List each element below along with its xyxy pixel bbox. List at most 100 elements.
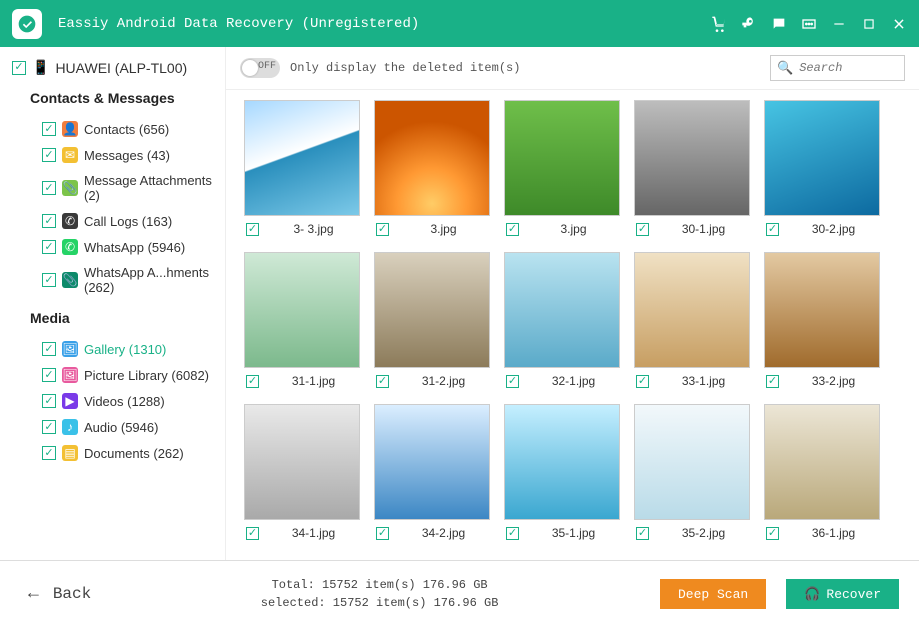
thumbnail-checkbox[interactable] [766,527,779,540]
device-name: HUAWEI (ALP-TL00) [55,60,187,76]
thumbnail-image[interactable] [244,404,360,520]
category-checkbox[interactable] [42,368,56,382]
thumbnail-image[interactable] [504,252,620,368]
thumbnail-image[interactable] [504,404,620,520]
thumbnail-grid-container[interactable]: 3- 3.jpg 3.jpg 3.jpg 30-1.jpg 30-2.jpg 3… [226,90,919,560]
recover-button[interactable]: 🎧 Recover [786,579,899,609]
category-checkbox[interactable] [42,122,56,136]
thumbnail-cell[interactable]: 3.jpg [374,100,490,236]
close-icon[interactable] [891,16,907,32]
category-item[interactable]: ✆ Call Logs (163) [12,208,219,234]
thumbnail-cell[interactable]: 34-2.jpg [374,404,490,540]
cart-icon[interactable] [711,16,727,32]
window-title: Eassiy Android Data Recovery (Unregister… [58,16,711,32]
thumbnail-image[interactable] [764,404,880,520]
thumbnail-checkbox[interactable] [246,527,259,540]
thumbnail-filename: 36-1.jpg [787,526,880,540]
category-checkbox[interactable] [42,273,56,287]
thumbnail-image[interactable] [374,100,490,216]
thumbnail-image[interactable] [634,404,750,520]
thumbnail-filename: 31-2.jpg [397,374,490,388]
category-item[interactable]: 🖼 Gallery (1310) [12,336,219,362]
category-checkbox[interactable] [42,148,56,162]
thumbnail-image[interactable] [764,100,880,216]
category-item[interactable]: 📎 Message Attachments (2) [12,168,219,208]
thumbnail-cell[interactable]: 32-1.jpg [504,252,620,388]
key-icon[interactable] [741,16,757,32]
thumbnail-checkbox[interactable] [636,375,649,388]
thumbnail-filename: 30-1.jpg [657,222,750,236]
deep-scan-label: Deep Scan [678,587,748,602]
back-button[interactable]: ← Back [20,580,99,608]
thumbnail-cell[interactable]: 36-1.jpg [764,404,880,540]
thumbnail-image[interactable] [634,100,750,216]
category-checkbox[interactable] [42,342,56,356]
thumbnail-cell[interactable]: 31-1.jpg [244,252,360,388]
titlebar: Eassiy Android Data Recovery (Unregister… [0,0,919,47]
category-checkbox[interactable] [42,181,56,195]
thumbnail-cell[interactable]: 31-2.jpg [374,252,490,388]
category-checkbox[interactable] [42,394,56,408]
category-item[interactable]: ▤ Documents (262) [12,440,219,466]
search-input[interactable] [799,61,898,75]
thumbnail-image[interactable] [244,100,360,216]
thumbnail-checkbox[interactable] [636,223,649,236]
selected-line: selected: 15752 item(s) 176.96 GB [119,594,640,612]
device-checkbox[interactable] [12,61,26,75]
maximize-icon[interactable] [861,16,877,32]
thumbnail-cell[interactable]: 34-1.jpg [244,404,360,540]
thumbnail-image[interactable] [244,252,360,368]
category-item[interactable]: 🖼 Picture Library (6082) [12,362,219,388]
search-box[interactable]: 🔍 [770,55,905,81]
back-arrow-icon: ← [28,584,39,604]
category-item[interactable]: 📎 WhatsApp A...hments (262) [12,260,219,300]
thumbnail-checkbox[interactable] [376,223,389,236]
thumbnail-cell[interactable]: 30-1.jpg [634,100,750,236]
category-label: Gallery (1310) [84,342,166,357]
thumbnail-image[interactable] [634,252,750,368]
category-item[interactable]: ✉ Messages (43) [12,142,219,168]
category-label: Picture Library (6082) [84,368,209,383]
thumbnail-cell[interactable]: 30-2.jpg [764,100,880,236]
thumbnail-checkbox[interactable] [506,223,519,236]
thumbnail-image[interactable] [504,100,620,216]
thumbnail-image[interactable] [374,404,490,520]
category-checkbox[interactable] [42,420,56,434]
category-item[interactable]: 👤 Contacts (656) [12,116,219,142]
deep-scan-button[interactable]: Deep Scan [660,579,766,609]
category-checkbox[interactable] [42,446,56,460]
thumbnail-checkbox[interactable] [376,527,389,540]
thumbnail-cell[interactable]: 35-2.jpg [634,404,750,540]
feedback-icon[interactable] [771,16,787,32]
thumbnail-checkbox[interactable] [506,527,519,540]
recover-label: Recover [826,587,881,602]
category-icon: ▤ [62,445,78,461]
thumbnail-cell[interactable]: 33-2.jpg [764,252,880,388]
thumbnail-checkbox[interactable] [246,223,259,236]
deleted-only-toggle[interactable]: OFF [240,58,280,78]
thumbnail-cell[interactable]: 3- 3.jpg [244,100,360,236]
category-icon: 📎 [62,180,78,196]
thumbnail-cell[interactable]: 3.jpg [504,100,620,236]
category-checkbox[interactable] [42,214,56,228]
thumbnail-checkbox[interactable] [766,375,779,388]
thumbnail-checkbox[interactable] [246,375,259,388]
category-label: WhatsApp A...hments (262) [84,265,219,295]
category-checkbox[interactable] [42,240,56,254]
thumbnail-cell[interactable]: 33-1.jpg [634,252,750,388]
menu-icon[interactable] [801,16,817,32]
thumbnail-cell[interactable]: 35-1.jpg [504,404,620,540]
category-label: Call Logs (163) [84,214,172,229]
thumbnail-checkbox[interactable] [636,527,649,540]
thumbnail-image[interactable] [764,252,880,368]
thumbnail-checkbox[interactable] [506,375,519,388]
category-item[interactable]: ▶ Videos (1288) [12,388,219,414]
minimize-icon[interactable] [831,16,847,32]
device-row[interactable]: 📱 HUAWEI (ALP-TL00) [12,59,219,76]
thumbnail-checkbox[interactable] [376,375,389,388]
category-item[interactable]: ♪ Audio (5946) [12,414,219,440]
category-item[interactable]: ✆ WhatsApp (5946) [12,234,219,260]
thumbnail-checkbox[interactable] [766,223,779,236]
category-icon: ✆ [62,213,78,229]
thumbnail-image[interactable] [374,252,490,368]
